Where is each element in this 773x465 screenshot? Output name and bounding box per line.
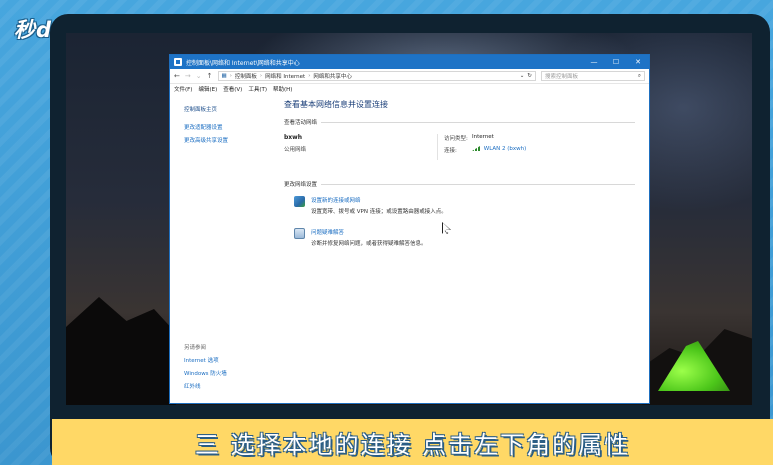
section-label: 查看活动网络 (284, 120, 318, 126)
control-panel-icon (174, 58, 182, 66)
search-icon[interactable]: ⌕ (638, 73, 641, 80)
menu-file[interactable]: 文件(F) (174, 85, 192, 93)
network-name: bxwh (284, 134, 302, 141)
section-label: 更改网络设置 (284, 182, 318, 188)
breadcrumb-separator: › (229, 73, 232, 79)
network-setup-icon (294, 196, 305, 207)
menu-help[interactable]: 帮助(H) (273, 85, 292, 93)
search-input[interactable]: 搜索控制面板 ⌕ (541, 71, 645, 81)
see-also-label: 另请参阅 (184, 345, 207, 351)
mountain-silhouette (66, 297, 176, 405)
refresh-icon[interactable]: ↻ (527, 73, 532, 79)
task-desc: 设置宽带、拨号或 VPN 连接；或设置路由器或接入点。 (311, 209, 447, 215)
close-button[interactable]: ✕ (627, 58, 649, 66)
breadcrumb-item[interactable]: 网络和共享中心 (313, 72, 352, 80)
task-link-troubleshoot[interactable]: 问题疑难解答 (311, 228, 427, 236)
network-identity: bxwh 公用网络 (284, 134, 438, 160)
connection-row: 连接: WLAN 2 (bxwh) (444, 146, 526, 154)
window-content: 控制面板主页 更改适配器设置 更改高级共享设置 另请参阅 Internet 选项… (170, 95, 649, 403)
back-arrow-icon[interactable]: ← (174, 72, 180, 80)
window-title: 控制面板\网络和 Internet\网络和共享中心 (186, 59, 300, 67)
sidebar: 控制面板主页 更改适配器设置 更改高级共享设置 (184, 105, 274, 149)
menu-view[interactable]: 查看(V) (223, 85, 242, 93)
recent-chevron-icon[interactable]: ⌄ (196, 72, 202, 80)
window-titlebar[interactable]: 控制面板\网络和 Internet\网络和共享中心 — ☐ ✕ (170, 55, 649, 69)
maximize-button[interactable]: ☐ (605, 58, 627, 66)
menu-bar: 文件(F) 编辑(E) 查看(V) 工具(T) 帮助(H) (170, 84, 649, 94)
sidebar-item-home[interactable]: 控制面板主页 (184, 105, 274, 113)
connection-value-wrap: WLAN 2 (bxwh) (472, 146, 526, 154)
active-networks-header: 查看活动网络 (284, 118, 635, 126)
breadcrumb-item[interactable]: 网络和 Internet (265, 72, 305, 80)
menu-tools[interactable]: 工具(T) (248, 85, 267, 93)
sidebar-item-advanced-sharing[interactable]: 更改高级共享设置 (184, 136, 274, 144)
network-details: 访问类型: Internet 连接: WLAN 2 (bxwh) (438, 134, 526, 160)
breadcrumb-separator: › (259, 73, 263, 79)
main-panel: 查看基本网络信息并设置连接 查看活动网络 bxwh 公用网络 访问类型: Int… (284, 99, 635, 260)
breadcrumb-item[interactable]: 控制面板 (235, 72, 257, 80)
task-troubleshoot: 问题疑难解答 诊断并修复网络问题，或者获得疑难解答信息。 (294, 228, 635, 247)
task-link-setup[interactable]: 设置新的连接或网络 (311, 196, 447, 204)
see-also-internet-options[interactable]: Internet 选项 (184, 356, 284, 364)
panel-bottom-edge (66, 405, 752, 419)
connection-label: 连接: (444, 148, 457, 154)
address-bar[interactable]: ▦ › 控制面板 › 网络和 Internet › 网络和共享中心 ⌄ ↻ (217, 71, 536, 81)
troubleshoot-icon (294, 228, 305, 239)
address-row: ← → ⌄ ↑ ▦ › 控制面板 › 网络和 Internet › 网络和共享中… (170, 69, 649, 84)
active-network-row: bxwh 公用网络 访问类型: Internet 连接: WLAN 2 (bxw… (284, 134, 635, 160)
see-also-infrared[interactable]: 红外线 (184, 382, 284, 390)
forward-arrow-icon[interactable]: → (185, 72, 191, 80)
breadcrumb-separator: › (308, 73, 311, 79)
sidebar-see-also: 另请参阅 Internet 选项 Windows 防火墙 红外线 (184, 343, 284, 395)
network-sharing-window: 控制面板\网络和 Internet\网络和共享中心 — ☐ ✕ ← → ⌄ ↑ … (169, 54, 650, 404)
connection-link[interactable]: WLAN 2 (bxwh) (484, 146, 527, 152)
divider (321, 121, 635, 123)
see-also-firewall[interactable]: Windows 防火墙 (184, 369, 284, 377)
page-title: 查看基本网络信息并设置连接 (284, 100, 388, 109)
dropdown-chevron-icon[interactable]: ⌄ (520, 73, 525, 79)
access-type-value: Internet (472, 134, 494, 140)
search-placeholder: 搜索控制面板 (545, 74, 579, 80)
up-arrow-icon[interactable]: ↑ (207, 72, 213, 80)
subtitle-caption: 三 选择本地的连接 点击左下角的属性 (52, 419, 773, 465)
sidebar-item-adapter-settings[interactable]: 更改适配器设置 (184, 123, 274, 131)
access-type-label: 访问类型: (444, 136, 468, 142)
network-type[interactable]: 公用网络 (284, 145, 437, 153)
divider (321, 183, 635, 185)
minimize-button[interactable]: — (583, 58, 605, 66)
change-settings-header: 更改网络设置 (284, 180, 635, 188)
access-type-row: 访问类型: Internet (444, 134, 526, 142)
network-icon: ▦ (221, 73, 227, 79)
menu-edit[interactable]: 编辑(E) (198, 85, 217, 93)
task-desc: 诊断并修复网络问题，或者获得疑难解答信息。 (311, 241, 427, 247)
wifi-signal-icon (472, 146, 480, 151)
task-setup-connection: 设置新的连接或网络 设置宽带、拨号或 VPN 连接；或设置路由器或接入点。 (294, 196, 635, 215)
